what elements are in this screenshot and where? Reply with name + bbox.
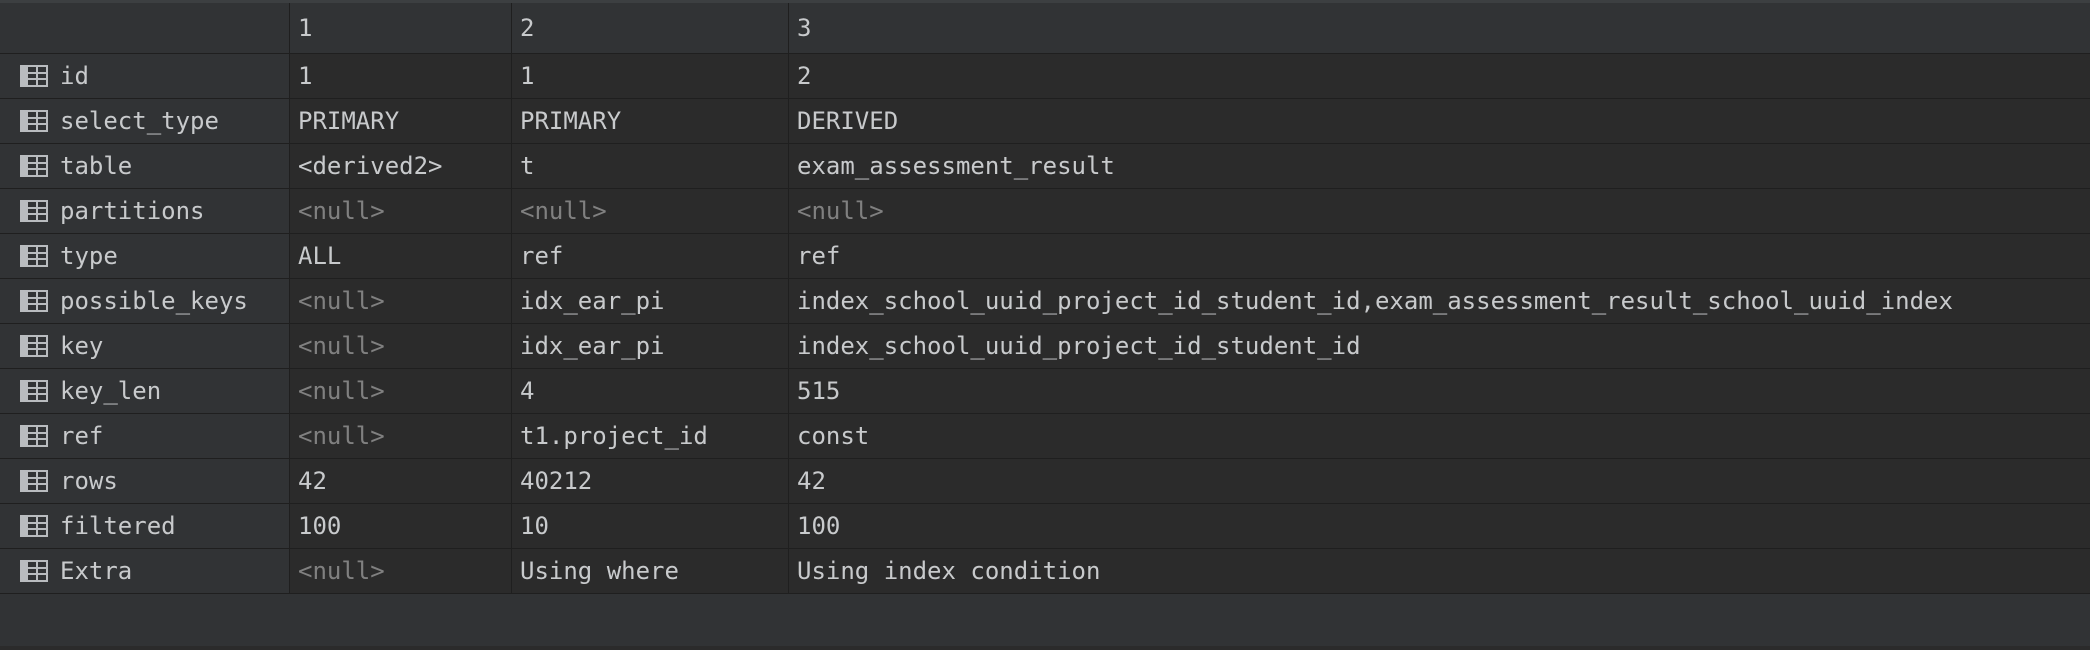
row-header[interactable]: type [0, 234, 290, 278]
table-row-filtered: filtered 100 10 100 [0, 504, 2090, 549]
table-cell[interactable]: PRIMARY [512, 99, 789, 143]
table-cell[interactable]: <null> [290, 369, 512, 413]
row-label: filtered [60, 512, 176, 540]
table-row-possible_keys: possible_keys <null> idx_ear_pi index_schoo… [0, 279, 2090, 324]
row-header[interactable]: possible_keys [0, 279, 290, 323]
row-label: type [60, 242, 118, 270]
row-header[interactable]: key [0, 324, 290, 368]
table-row-partitions: partitions <null> <null> <null> [0, 189, 2090, 234]
table-row-table: table <derived2> t exam_assessment_result [0, 144, 2090, 189]
table-cell[interactable]: <null> [512, 189, 789, 233]
table-row-icon [20, 245, 48, 267]
row-label: key [60, 332, 104, 360]
table-cell[interactable]: <null> [290, 189, 512, 233]
table-cell[interactable]: <null> [290, 324, 512, 368]
table-cell[interactable]: 40212 [512, 459, 789, 503]
table-cell[interactable]: <null> [290, 414, 512, 458]
table-row-rows: rows 42 40212 42 [0, 459, 2090, 504]
empty-grid-area [0, 594, 2090, 646]
table-row-select_type: select_type PRIMARY PRIMARY DERIVED [0, 99, 2090, 144]
table-row-icon [20, 200, 48, 222]
table-cell[interactable]: 1 [290, 54, 512, 98]
row-label: select_type [60, 107, 219, 135]
row-label: rows [60, 467, 118, 495]
table-cell[interactable]: idx_ear_pi [512, 324, 789, 368]
row-header[interactable]: key_len [0, 369, 290, 413]
table-cell[interactable]: idx_ear_pi [512, 279, 789, 323]
table-row-key: key <null> idx_ear_pi index_school_uuid_pro… [0, 324, 2090, 369]
table-cell[interactable]: 2 [789, 54, 2090, 98]
table-row-icon [20, 425, 48, 447]
row-header[interactable]: ref [0, 414, 290, 458]
table-cell[interactable]: index_school_uuid_project_id_student_id,… [789, 279, 2090, 323]
table-cell[interactable]: 1 [512, 54, 789, 98]
table-cell[interactable]: 515 [789, 369, 2090, 413]
table-row-icon [20, 380, 48, 402]
table-cell[interactable]: 42 [290, 459, 512, 503]
table-cell[interactable]: 100 [290, 504, 512, 548]
table-cell[interactable]: Using index condition [789, 549, 2090, 593]
row-label: ref [60, 422, 104, 450]
table-cell[interactable]: <null> [290, 279, 512, 323]
table-cell[interactable]: 10 [512, 504, 789, 548]
table-row-ref: ref <null> t1.project_id const [0, 414, 2090, 459]
row-label: table [60, 152, 133, 180]
table-row-key_len: key_len <null> 4 515 [0, 369, 2090, 414]
table-cell[interactable]: 4 [512, 369, 789, 413]
table-cell[interactable]: 42 [789, 459, 2090, 503]
table-cell[interactable]: PRIMARY [290, 99, 512, 143]
table-cell[interactable]: t [512, 144, 789, 188]
table-row-icon [20, 110, 48, 132]
row-label: partitions [60, 197, 205, 225]
column-header-2[interactable]: 2 [512, 3, 789, 53]
row-header[interactable]: id [0, 54, 290, 98]
row-header[interactable]: rows [0, 459, 290, 503]
table-row-type: type ALL ref ref [0, 234, 2090, 279]
result-grid: 1 2 3 id 1 1 2 select_type PRIMARY PRIMARY DERI… [0, 0, 2090, 650]
row-label: id [60, 62, 89, 90]
table-row-icon [20, 335, 48, 357]
table-cell[interactable]: ALL [290, 234, 512, 278]
table-row-icon [20, 470, 48, 492]
table-cell[interactable]: t1.project_id [512, 414, 789, 458]
column-header-3[interactable]: 3 [789, 3, 2090, 53]
table-cell[interactable]: index_school_uuid_project_id_student_id [789, 324, 2090, 368]
table-row-icon [20, 515, 48, 537]
table-cell[interactable]: const [789, 414, 2090, 458]
table-cell[interactable]: <null> [789, 189, 2090, 233]
table-row-icon [20, 290, 48, 312]
table-cell[interactable]: ref [789, 234, 2090, 278]
table-row-icon [20, 65, 48, 87]
row-header[interactable]: table [0, 144, 290, 188]
table-cell[interactable]: exam_assessment_result [789, 144, 2090, 188]
table-row-icon [20, 155, 48, 177]
table-cell[interactable]: DERIVED [789, 99, 2090, 143]
row-header[interactable]: select_type [0, 99, 290, 143]
rows-container: id 1 1 2 select_type PRIMARY PRIMARY DERIVED tab… [0, 54, 2090, 594]
table-cell[interactable]: ref [512, 234, 789, 278]
table-row-id: id 1 1 2 [0, 54, 2090, 99]
table-row-Extra: Extra <null> Using where Using index condit… [0, 549, 2090, 594]
corner-header[interactable] [0, 3, 290, 53]
table-cell[interactable]: <derived2> [290, 144, 512, 188]
table-cell[interactable]: 100 [789, 504, 2090, 548]
row-header[interactable]: partitions [0, 189, 290, 233]
table-cell[interactable]: <null> [290, 549, 512, 593]
row-header[interactable]: filtered [0, 504, 290, 548]
column-header-1[interactable]: 1 [290, 3, 512, 53]
row-label: possible_keys [60, 287, 248, 315]
table-row-icon [20, 560, 48, 582]
row-header[interactable]: Extra [0, 549, 290, 593]
table-cell[interactable]: Using where [512, 549, 789, 593]
row-label: key_len [60, 377, 162, 405]
column-header-row: 1 2 3 [0, 0, 2090, 54]
row-label: Extra [60, 557, 133, 585]
